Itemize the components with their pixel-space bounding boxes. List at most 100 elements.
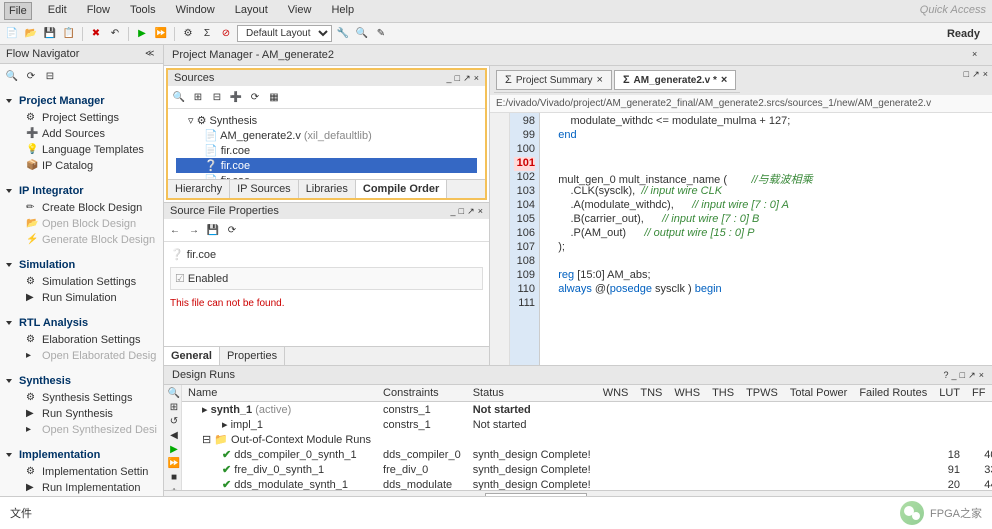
nav-item[interactable]: ⚙Simulation Settings (6, 274, 157, 290)
menu-flow[interactable]: Flow (83, 2, 114, 20)
refresh-icon[interactable]: ⟳ (224, 222, 240, 238)
prev-icon[interactable]: ◀ (166, 430, 182, 441)
filter-icon[interactable]: ▦ (266, 89, 282, 105)
nav-head-sim[interactable]: Simulation (6, 256, 157, 274)
forward-icon[interactable]: → (186, 222, 202, 238)
minimize-icon[interactable]: _ (451, 206, 456, 216)
new-icon[interactable]: 📄 (4, 26, 20, 42)
menu-help[interactable]: Help (327, 2, 358, 20)
editor-tab[interactable]: Σ Project Summary × (496, 70, 612, 90)
nav-item[interactable]: ▸Open Elaborated Desig (6, 348, 157, 364)
add-icon[interactable]: ➕ (228, 89, 244, 105)
menu-file[interactable]: File (4, 2, 32, 20)
nav-item[interactable]: 📂Open Block Design (6, 216, 157, 232)
undo-icon[interactable]: ↶ (107, 26, 123, 42)
minimize-icon[interactable]: _ (952, 370, 957, 380)
table-row[interactable]: ✔ dds_compiler_0_synth_1dds_compiler_0sy… (182, 447, 992, 462)
tab-libraries[interactable]: Libraries (299, 180, 356, 198)
maximize-icon[interactable]: □ (960, 370, 965, 380)
close-tab-icon[interactable]: × (721, 74, 727, 86)
search-icon[interactable]: 🔍 (354, 26, 370, 42)
nav-item[interactable]: 💡Language Templates (6, 142, 157, 158)
quick-access[interactable]: Quick Access (918, 2, 988, 20)
search-nav-icon[interactable]: 🔍 (4, 68, 20, 84)
highlight-icon[interactable]: ✎ (373, 26, 389, 42)
reset-icon[interactable]: ↺ (166, 416, 182, 427)
nav-item[interactable]: ▶Run Implementation (6, 480, 157, 496)
code-text[interactable]: modulate_withdc <= modulate_mulma + 127;… (540, 113, 992, 365)
nav-item[interactable]: ▸Open Synthesized Desi (6, 422, 157, 438)
menu-tools[interactable]: Tools (126, 2, 160, 20)
nav-item[interactable]: ▶Run Synthesis (6, 406, 157, 422)
runall-icon[interactable]: ⏩ (153, 26, 169, 42)
table-row[interactable]: ⊟ 📁 Out-of-Context Module Runs (182, 432, 992, 447)
minimize-icon[interactable]: _ (447, 73, 452, 83)
delete-icon[interactable]: ✖ (88, 26, 104, 42)
open-icon[interactable]: 📂 (23, 26, 39, 42)
nav-head-impl[interactable]: Implementation (6, 446, 157, 464)
design-runs-table[interactable]: NameConstraintsStatusWNSTNSWHSTHSTPWSTot… (182, 385, 992, 490)
collapse-icon[interactable]: ⊟ (209, 89, 225, 105)
menu-layout[interactable]: Layout (231, 2, 272, 20)
close-icon[interactable]: × (478, 206, 483, 216)
layout-select[interactable]: Default Layout (237, 25, 332, 42)
tree-item[interactable]: 📄 fir.coe (176, 143, 477, 158)
tab-hierarchy[interactable]: Hierarchy (168, 180, 230, 198)
close-icon[interactable]: × (474, 73, 479, 83)
tab-compile-order[interactable]: Compile Order (356, 180, 447, 198)
refresh-icon[interactable]: ⟳ (23, 68, 39, 84)
tree-item[interactable]: 📄 AM_generate2.v (xil_defaultlib) (176, 128, 477, 143)
nav-item[interactable]: ⚙Implementation Settin (6, 464, 157, 480)
expand-icon[interactable]: ⊞ (166, 402, 182, 413)
nav-item[interactable]: ⚡Generate Block Design (6, 232, 157, 248)
menu-view[interactable]: View (284, 2, 316, 20)
enabled-checkbox[interactable]: ☑ Enabled (170, 267, 483, 290)
wrench-icon[interactable]: 🔧 (335, 26, 351, 42)
run-icon[interactable]: ▶ (134, 26, 150, 42)
nav-item[interactable]: ⚙Project Settings (6, 110, 157, 126)
nav-item[interactable]: ▶Run Simulation (6, 290, 157, 306)
close-tab-icon[interactable]: × (597, 74, 603, 86)
search-icon[interactable]: 🔍 (171, 89, 187, 105)
nav-head-syn[interactable]: Synthesis (6, 372, 157, 390)
settings-icon[interactable]: ⚙ (180, 26, 196, 42)
runall-icon[interactable]: ⏩ (166, 458, 182, 469)
collapse-icon[interactable]: ≪ (145, 48, 157, 60)
nav-item[interactable]: 📦IP Catalog (6, 158, 157, 174)
copy-icon[interactable]: 📋 (61, 26, 77, 42)
close-icon[interactable]: × (983, 69, 988, 79)
cancel-icon[interactable]: ⊘ (218, 26, 234, 42)
tab-ip-sources[interactable]: IP Sources (230, 180, 299, 198)
popout-icon[interactable]: ↗ (467, 206, 475, 216)
maximize-icon[interactable]: □ (964, 69, 969, 79)
nav-head-rtl[interactable]: RTL Analysis (6, 314, 157, 332)
menu-edit[interactable]: Edit (44, 2, 71, 20)
save-icon[interactable]: 💾 (205, 222, 221, 238)
maximize-icon[interactable]: □ (455, 73, 460, 83)
table-row[interactable]: ▸ impl_1constrs_1Not started (182, 417, 992, 432)
search-icon[interactable]: 🔍 (166, 388, 182, 399)
popout-icon[interactable]: ↗ (968, 370, 976, 380)
run-icon[interactable]: ▶ (166, 444, 182, 455)
collapse-all-icon[interactable]: ⊟ (42, 68, 58, 84)
save-icon[interactable]: 💾 (42, 26, 58, 42)
tab-properties[interactable]: Properties (220, 347, 285, 365)
nav-item[interactable]: ➕Add Sources (6, 126, 157, 142)
popout-icon[interactable]: ↗ (972, 69, 980, 79)
stop-icon[interactable]: ■ (166, 472, 182, 483)
help-icon[interactable]: ? (943, 370, 948, 380)
maximize-icon[interactable]: □ (459, 206, 464, 216)
tree-item[interactable]: ❔ fir.coe (176, 158, 477, 173)
nav-head-pm[interactable]: Project Manager (6, 92, 157, 110)
close-icon[interactable]: × (979, 370, 984, 380)
table-row[interactable]: ▸ synth_1 (active)constrs_1Not started (182, 402, 992, 418)
back-icon[interactable]: ← (167, 222, 183, 238)
editor-tab[interactable]: Σ AM_generate2.v * × (614, 70, 736, 90)
close-icon[interactable]: × (972, 49, 984, 61)
sigma-icon[interactable]: Σ (199, 26, 215, 42)
nav-item[interactable]: ⚙Elaboration Settings (6, 332, 157, 348)
expand-icon[interactable]: ⊞ (190, 89, 206, 105)
nav-head-ipi[interactable]: IP Integrator (6, 182, 157, 200)
table-row[interactable]: ✔ fre_div_0_synth_1fre_div_0synth_design… (182, 462, 992, 477)
table-row[interactable]: ✔ dds_modulate_synth_1dds_modulatesynth_… (182, 477, 992, 490)
